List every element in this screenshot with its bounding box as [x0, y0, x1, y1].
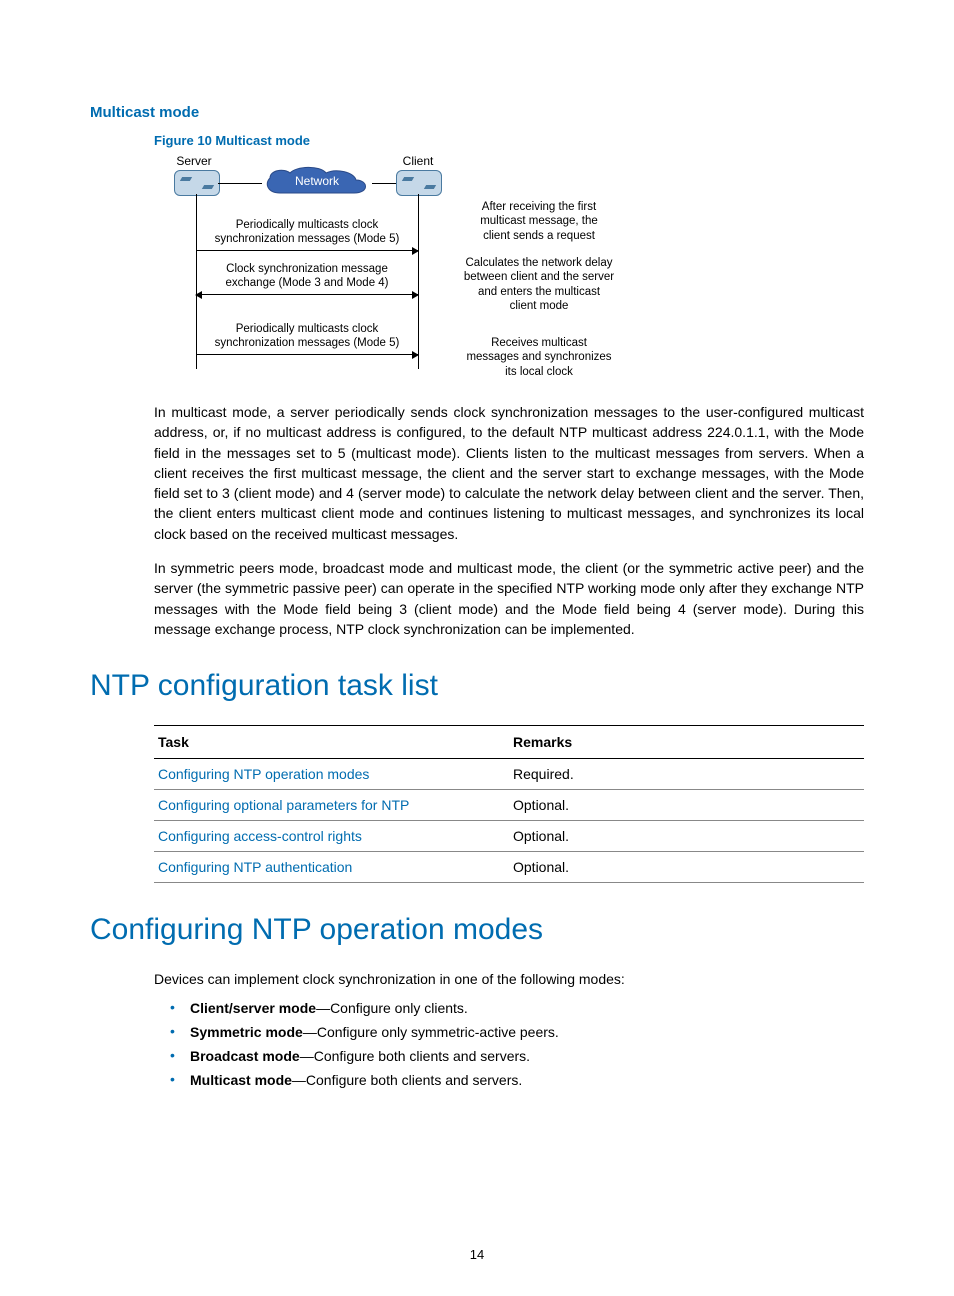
diagram-client-label: Client — [388, 154, 448, 168]
task-remarks: Optional. — [509, 852, 864, 883]
page-number: 14 — [0, 1247, 954, 1262]
heading-multicast-mode: Multicast mode — [90, 104, 864, 121]
table-ntp-tasks: Task Remarks Configuring NTP operation m… — [154, 725, 864, 883]
task-remarks: Required. — [509, 759, 864, 790]
task-remarks: Optional. — [509, 790, 864, 821]
diagram-network-label: Network — [262, 174, 372, 188]
task-remarks: Optional. — [509, 821, 864, 852]
heading-configuring-ntp-operation-modes: Configuring NTP operation modes — [90, 913, 864, 947]
table-row: Configuring NTP operation modes Required… — [154, 759, 864, 790]
diagram-msg2: Clock synchronization messageexchange (M… — [202, 262, 412, 291]
paragraph-modes-intro: Devices can implement clock synchronizat… — [90, 969, 864, 989]
diagram-msg1: Periodically multicasts clocksynchroniza… — [202, 218, 412, 247]
table-header-task: Task — [154, 726, 509, 759]
router-icon — [396, 170, 442, 196]
table-row: Configuring optional parameters for NTP … — [154, 790, 864, 821]
task-link[interactable]: Configuring NTP authentication — [158, 859, 352, 875]
list-operation-modes: Client/server mode—Configure only client… — [154, 996, 864, 1092]
list-item: Symmetric mode—Configure only symmetric-… — [182, 1020, 864, 1044]
list-item: Broadcast mode—Configure both clients an… — [182, 1044, 864, 1068]
diagram-server-label: Server — [164, 154, 224, 168]
diagram-msg3: Periodically multicasts clocksynchroniza… — [202, 322, 412, 351]
figure-multicast-mode: Server Client Network Periodically multi… — [154, 154, 634, 384]
diagram-side2: Calculates the network delaybetween clie… — [444, 256, 634, 314]
task-link[interactable]: Configuring optional parameters for NTP — [158, 797, 409, 813]
paragraph-symmetric-note: In symmetric peers mode, broadcast mode … — [90, 558, 864, 639]
paragraph-multicast-description: In multicast mode, a server periodically… — [90, 402, 864, 544]
task-link[interactable]: Configuring NTP operation modes — [158, 766, 369, 782]
figure-caption: Figure 10 Multicast mode — [154, 133, 864, 148]
list-item: Multicast mode—Configure both clients an… — [182, 1068, 864, 1092]
diagram-side1: After receiving the firstmulticast messa… — [444, 200, 634, 243]
task-link[interactable]: Configuring access-control rights — [158, 828, 362, 844]
network-cloud-icon: Network — [262, 166, 372, 200]
heading-ntp-task-list: NTP configuration task list — [90, 669, 864, 703]
table-header-remarks: Remarks — [509, 726, 864, 759]
router-icon — [174, 170, 220, 196]
list-item: Client/server mode—Configure only client… — [182, 996, 864, 1020]
diagram-side3: Receives multicastmessages and synchroni… — [444, 336, 634, 379]
table-row: Configuring NTP authentication Optional. — [154, 852, 864, 883]
table-row: Configuring access-control rights Option… — [154, 821, 864, 852]
